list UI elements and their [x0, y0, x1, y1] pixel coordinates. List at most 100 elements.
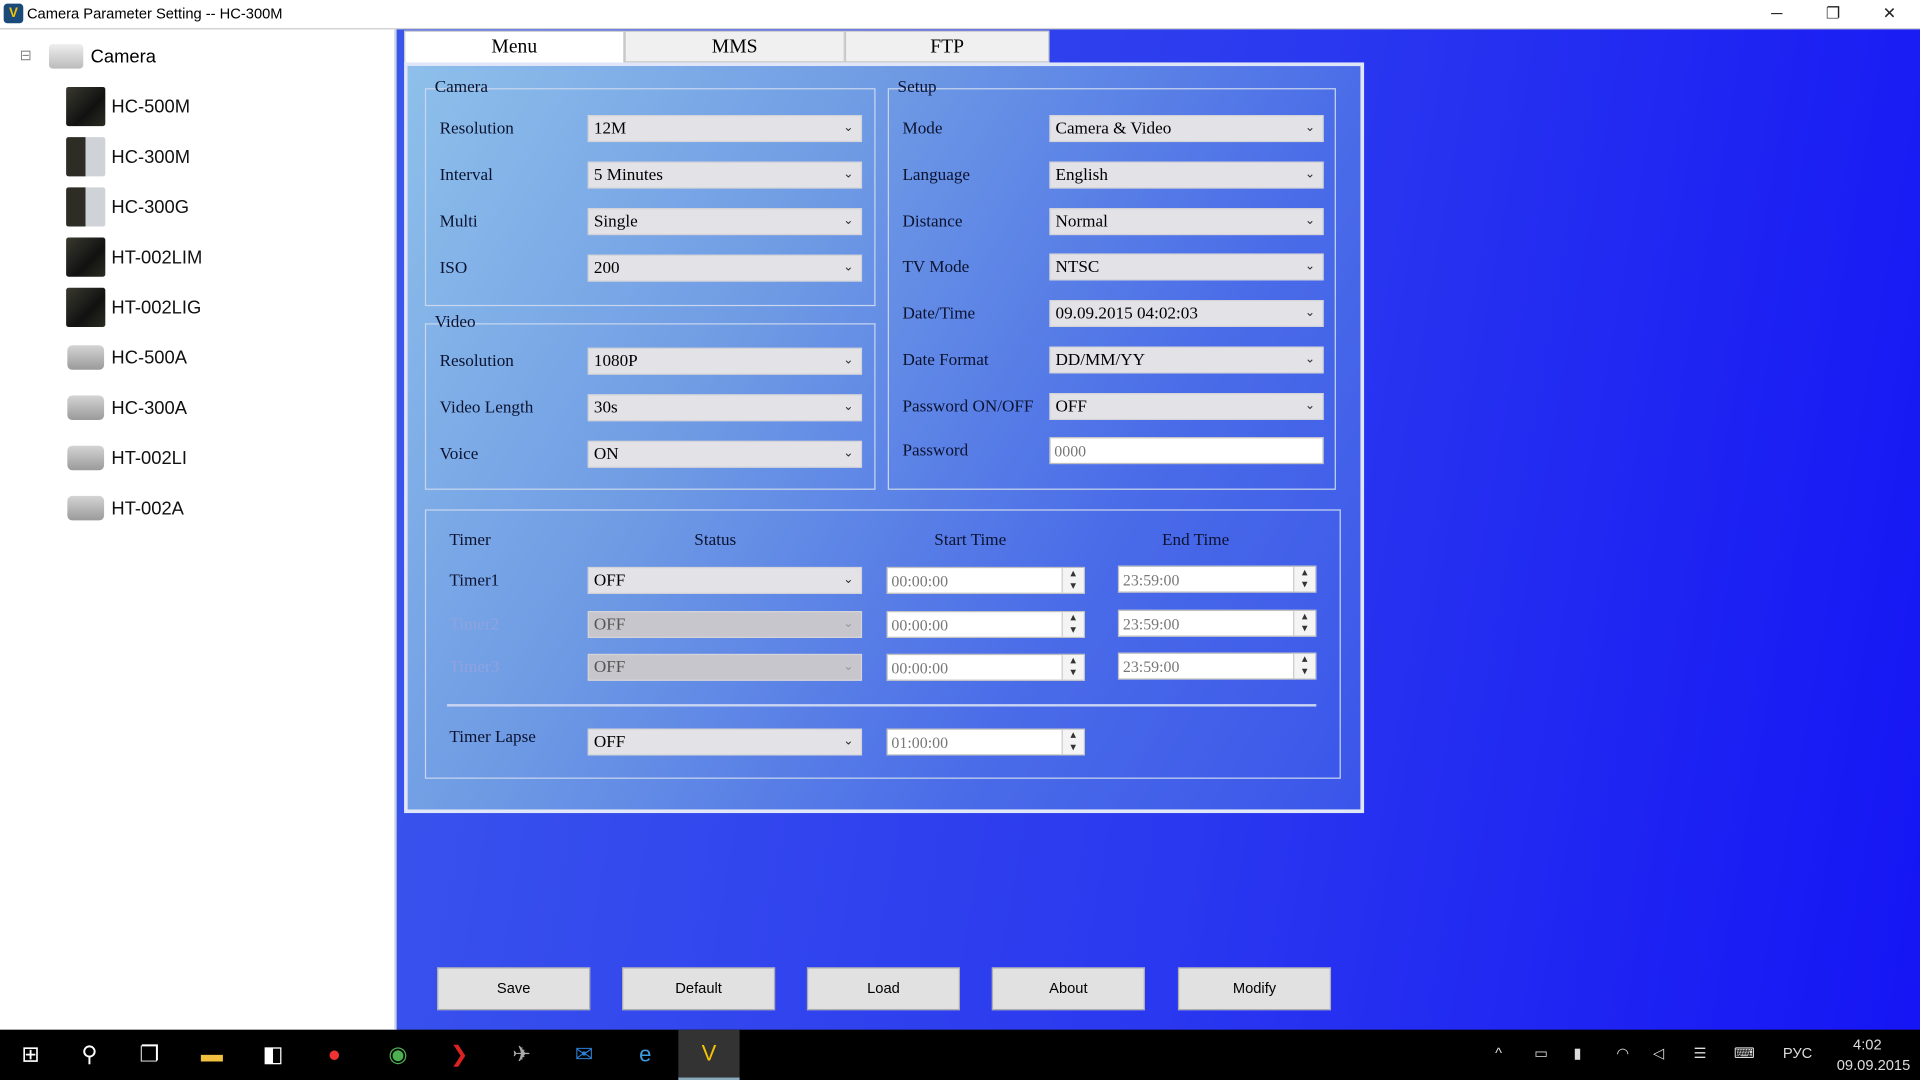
timer-start-input[interactable]: 00:00:00 ▲ ▼: [886, 566, 1085, 594]
tree-item-label: HC-300M: [111, 146, 191, 168]
volume-icon[interactable]: ◁: [1653, 1044, 1664, 1061]
tab-menu[interactable]: Menu: [404, 30, 625, 65]
setup-field-select[interactable]: 09.09.2015 04:02:03 ⌄: [1049, 300, 1324, 328]
wifi-icon[interactable]: ◠: [1616, 1044, 1629, 1061]
timer-end-input[interactable]: 23:59:00 ▲ ▼: [1117, 609, 1317, 637]
chevron-down-icon: ⌄: [843, 734, 854, 749]
outlook-icon[interactable]: ✉: [553, 1030, 614, 1080]
app-icon-gray[interactable]: ✈: [491, 1030, 552, 1080]
keyboard-icon[interactable]: ⌨: [1734, 1044, 1755, 1061]
timer-status-select[interactable]: OFF ⌄: [587, 610, 863, 638]
app-icon-red[interactable]: ●: [304, 1030, 365, 1080]
language-indicator[interactable]: РУС: [1783, 1044, 1812, 1061]
setup-field-label: Mode: [902, 120, 943, 139]
device-icon: [66, 137, 106, 177]
tree-item-device[interactable]: HT-002LIM: [66, 236, 202, 278]
spinner-icon[interactable]: ▲ ▼: [1061, 611, 1084, 637]
internet-explorer-icon[interactable]: e: [615, 1030, 676, 1080]
battery-icon[interactable]: ▮: [1573, 1044, 1581, 1061]
notifications-icon[interactable]: ☰: [1693, 1044, 1706, 1061]
task-view-icon[interactable]: ❐: [119, 1030, 180, 1080]
spinner-icon[interactable]: ▲ ▼: [1293, 653, 1316, 679]
tree-root-camera[interactable]: Camera: [48, 44, 156, 69]
timer-start-input[interactable]: 00:00:00 ▲ ▼: [886, 653, 1085, 681]
setup-field-select[interactable]: Camera & Video ⌄: [1049, 115, 1324, 143]
timer-row-label: Timer3: [449, 658, 500, 678]
select-value: Camera & Video: [1055, 120, 1172, 139]
tree-item-device[interactable]: HC-300M: [66, 136, 190, 178]
timer-end-input[interactable]: 23:59:00 ▲ ▼: [1117, 652, 1317, 680]
end-time-value: 23:59:00: [1122, 657, 1180, 676]
camera-field-label: Multi: [439, 213, 478, 232]
store-icon[interactable]: ◧: [242, 1030, 303, 1080]
taskbar: ⊞ ⚲ ❐ ▬ ◧ ● ◉ ❯ ✈ ✉ e V ^ ▭ ▮ ◠ ◁ ☰ ⌨ РУ…: [0, 1029, 1920, 1080]
minimize-button[interactable]: ─: [1749, 0, 1805, 29]
timer-lapse-input[interactable]: 01:00:00 ▲ ▼: [886, 728, 1085, 756]
tree-item-label: HC-300A: [111, 397, 187, 419]
video-field-select[interactable]: 30s ⌄: [587, 394, 863, 422]
setup-field-select[interactable]: English ⌄: [1049, 161, 1324, 189]
select-value: ON: [593, 445, 619, 465]
tree-item-device[interactable]: HC-300A: [66, 387, 187, 429]
modify-button[interactable]: Modify: [1177, 967, 1332, 1011]
timer-status-select[interactable]: OFF ⌄: [587, 653, 863, 681]
chrome-icon[interactable]: ◉: [367, 1030, 428, 1080]
camera-field-select[interactable]: 5 Minutes ⌄: [587, 161, 863, 189]
chevron-down-icon: ⌄: [1304, 398, 1316, 413]
tree-item-device[interactable]: HC-500A: [66, 337, 187, 379]
tree-item-device[interactable]: HC-300G: [66, 186, 189, 228]
video-group-title: Video: [434, 313, 476, 332]
tree-item-device[interactable]: HT-002LIG: [66, 287, 201, 329]
about-button[interactable]: About: [991, 967, 1145, 1011]
setup-group-title: Setup: [897, 78, 937, 97]
save-button[interactable]: Save: [437, 967, 591, 1011]
chevron-down-icon: ⌄: [1304, 213, 1316, 228]
file-explorer-icon[interactable]: ▬: [181, 1030, 242, 1080]
tab-mms[interactable]: MMS: [624, 30, 845, 63]
load-button[interactable]: Load: [806, 967, 961, 1011]
collapse-toggle-icon[interactable]: ⊟: [20, 47, 32, 64]
camera-field-select[interactable]: 200 ⌄: [587, 254, 863, 282]
setup-field-select[interactable]: OFF ⌄: [1049, 392, 1324, 420]
device-icon: [67, 495, 105, 521]
chevron-down-icon: ⌄: [843, 121, 854, 135]
camera-app-taskbar-icon[interactable]: V: [678, 1029, 740, 1080]
video-field-select[interactable]: 1080P ⌄: [587, 347, 863, 375]
timer-lapse-select[interactable]: OFF ⌄: [587, 728, 863, 756]
video-field-select[interactable]: ON ⌄: [587, 440, 863, 468]
setup-field-select[interactable]: Normal ⌄: [1049, 207, 1324, 235]
password-input[interactable]: 0000: [1049, 437, 1324, 465]
select-value: English: [1055, 166, 1108, 185]
chevron-down-icon: ⌄: [843, 660, 854, 674]
spinner-icon[interactable]: ▲ ▼: [1293, 566, 1316, 592]
device-icon: [66, 237, 106, 277]
clock[interactable]: 4:02 09.09.2015: [1837, 1035, 1911, 1077]
timer-status-select[interactable]: OFF ⌄: [587, 566, 863, 594]
video-field-label: Voice: [439, 445, 479, 465]
tree-item-device[interactable]: HC-500M: [66, 86, 190, 128]
setup-field-select[interactable]: NTSC ⌄: [1049, 253, 1324, 281]
tree-item-device[interactable]: HT-002LI: [66, 437, 187, 479]
timer-end-input[interactable]: 23:59:00 ▲ ▼: [1117, 565, 1317, 593]
app-icon: V: [3, 3, 24, 24]
search-icon[interactable]: ⚲: [59, 1030, 120, 1080]
show-hidden-icons-icon[interactable]: ^: [1495, 1044, 1502, 1061]
app-icon-book[interactable]: ❯: [429, 1030, 490, 1080]
spinner-icon[interactable]: ▲ ▼: [1061, 568, 1084, 593]
start-icon[interactable]: ⊞: [0, 1030, 61, 1080]
spinner-icon[interactable]: ▲ ▼: [1061, 655, 1084, 680]
tree-item-label: HT-002LIG: [111, 296, 202, 318]
camera-field-select[interactable]: Single ⌄: [587, 208, 863, 236]
close-button[interactable]: ✕: [1861, 0, 1917, 29]
tab-ftp[interactable]: FTP: [844, 30, 1050, 63]
select-value: 5 Minutes: [593, 166, 663, 185]
tablet-icon[interactable]: ▭: [1534, 1044, 1548, 1061]
default-button[interactable]: Default: [622, 967, 776, 1011]
timer-start-input[interactable]: 00:00:00 ▲ ▼: [886, 610, 1085, 638]
setup-field-select[interactable]: DD/MM/YY ⌄: [1049, 346, 1324, 374]
spinner-icon[interactable]: ▲ ▼: [1293, 610, 1316, 635]
camera-field-select[interactable]: 12M ⌄: [587, 115, 863, 143]
restore-button[interactable]: ❐: [1805, 0, 1861, 29]
spinner-icon[interactable]: ▲ ▼: [1061, 729, 1084, 755]
tree-item-device[interactable]: HT-002A: [66, 487, 184, 529]
